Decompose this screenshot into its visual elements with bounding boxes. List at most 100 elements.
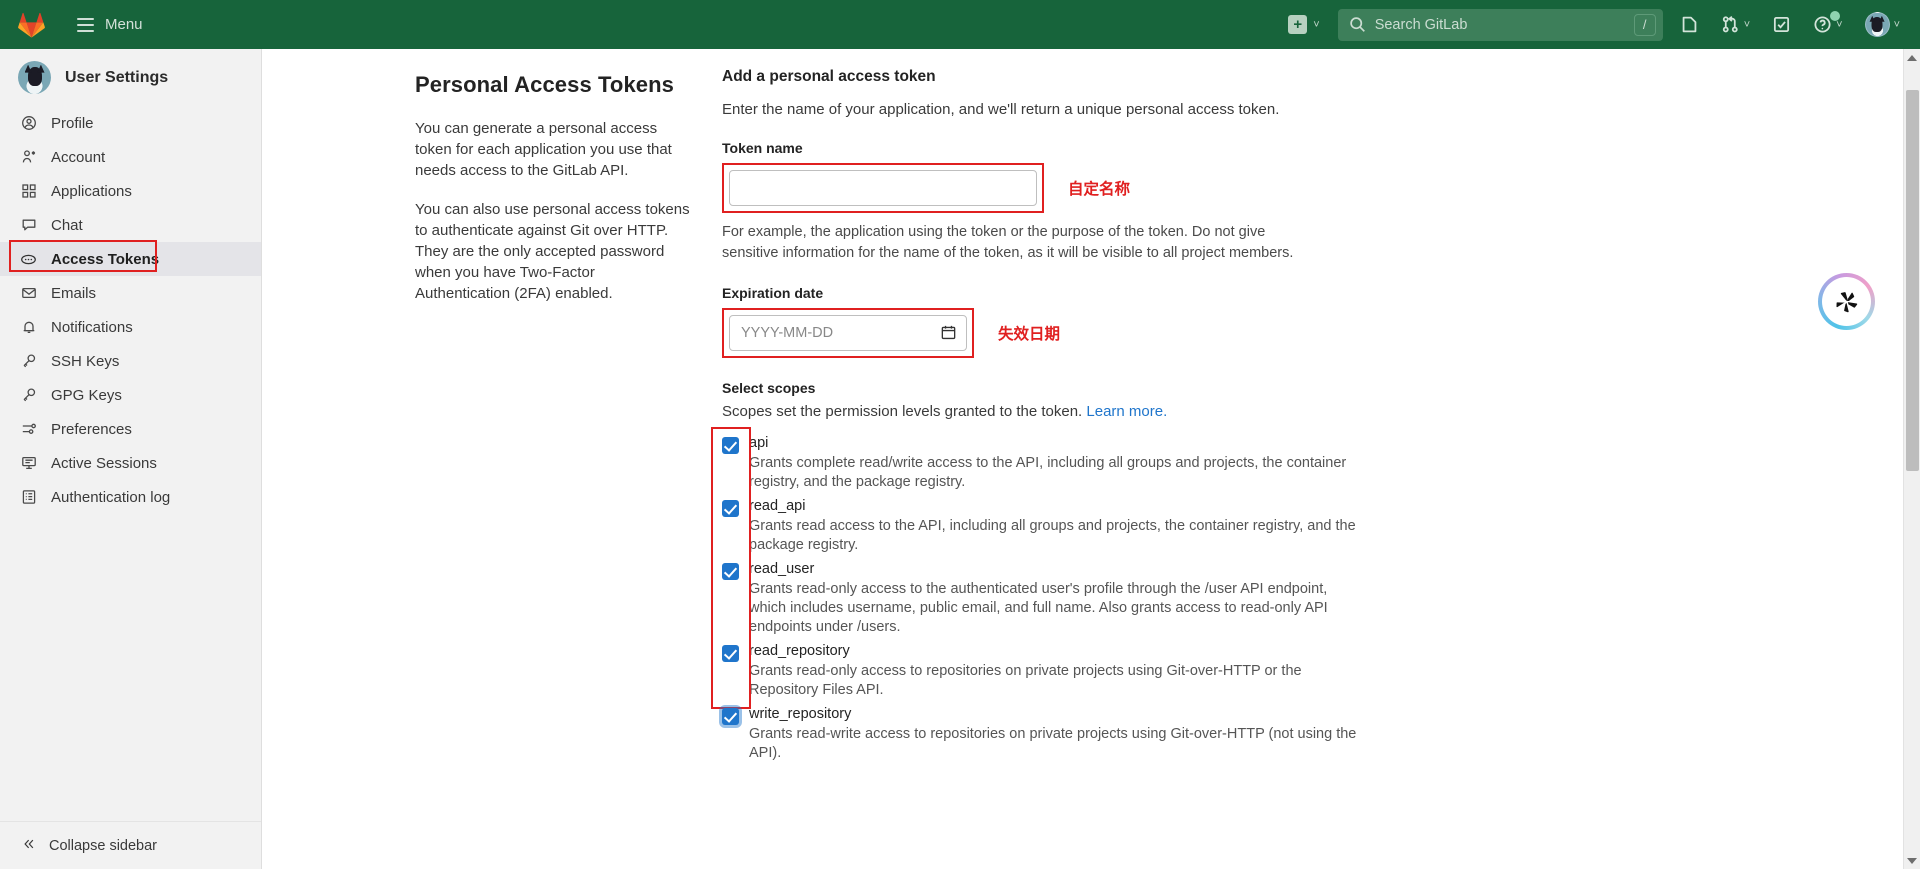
- chevron-down-icon: ˅: [1743, 18, 1751, 31]
- token-name-input[interactable]: [729, 170, 1037, 206]
- key-icon: [20, 387, 37, 404]
- chevron-down-icon: ˅: [1893, 18, 1900, 31]
- sidebar-item-label: GPG Keys: [51, 386, 122, 404]
- scope-description: Grants read access to the API, including…: [749, 518, 1356, 553]
- tri-blade-logo-icon: [1822, 277, 1871, 326]
- user-menu-button[interactable]: ˅: [1854, 0, 1920, 49]
- page-scrollbar[interactable]: [1903, 49, 1920, 869]
- search-input-wrapper[interactable]: /: [1337, 8, 1663, 41]
- log-list-icon: [20, 489, 37, 506]
- expiration-date-input[interactable]: [729, 315, 967, 351]
- scope-name: read_repository: [749, 643, 850, 659]
- sidebar-item-label: Account: [51, 148, 106, 166]
- annotation-box-token-name: [722, 163, 1044, 213]
- sidebar-item-emails[interactable]: Emails: [0, 276, 261, 310]
- plus-icon: +: [1288, 15, 1308, 34]
- scope-item-api: api Grants complete read/write access to…: [722, 434, 1382, 492]
- form-subheading: Enter the name of your application, and …: [722, 101, 1280, 118]
- search-shortcut-key: /: [1633, 13, 1656, 36]
- learn-more-link[interactable]: Learn more.: [1086, 403, 1167, 420]
- menu-label: Menu: [105, 16, 143, 33]
- annotation-box-access-tokens: [9, 240, 157, 272]
- expiration-date-label: Expiration date: [722, 285, 824, 301]
- sidebar-item-gpg-keys[interactable]: GPG Keys: [0, 378, 261, 412]
- create-new-button[interactable]: + ˅: [1278, 15, 1329, 34]
- scope-name: api: [749, 435, 769, 451]
- sidebar-item-active-sessions[interactable]: Active Sessions: [0, 446, 261, 480]
- token-form-column: Add a personal access token Enter the na…: [711, 60, 1382, 768]
- annotation-text-expiration: 失效日期: [998, 326, 1061, 343]
- scopes-description: Scopes set the permission levels granted…: [722, 403, 1382, 420]
- sidebar-item-account[interactable]: Account: [0, 140, 261, 174]
- chevron-double-left-icon: [22, 837, 36, 855]
- sidebar-title: User Settings: [65, 68, 169, 86]
- sidebar-item-label: Preferences: [51, 420, 132, 438]
- token-name-label: Token name: [722, 140, 803, 156]
- scopes-list: api Grants complete read/write access to…: [711, 427, 1382, 763]
- gitlab-fox-logo[interactable]: [17, 11, 45, 39]
- sliders-icon: [20, 421, 37, 438]
- key-icon: [20, 353, 37, 370]
- sidebar-item-label: Notifications: [51, 318, 133, 336]
- collapse-sidebar-label: Collapse sidebar: [49, 837, 158, 854]
- scope-item-read-user: read_user Grants read-only access to the…: [722, 560, 1382, 637]
- sidebar-item-label: Profile: [51, 114, 94, 132]
- merge-requests-icon[interactable]: ˅: [1710, 0, 1761, 49]
- envelope-icon: [20, 285, 37, 302]
- sidebar-item-applications[interactable]: Applications: [0, 174, 261, 208]
- sidebar-item-notifications[interactable]: Notifications: [0, 310, 261, 344]
- sidebar-item-label: SSH Keys: [51, 352, 120, 370]
- scope-item-read-repository: read_repository Grants read-only access …: [722, 642, 1382, 700]
- search-input[interactable]: [1374, 16, 1634, 33]
- annotation-box-expiration: [722, 308, 974, 358]
- monitor-icon: [20, 455, 37, 472]
- token-name-row: 自定名称: [722, 163, 1382, 213]
- sidebar-item-access-tokens[interactable]: Access Tokens: [0, 240, 261, 276]
- avatar: [18, 61, 51, 94]
- hamburger-icon: [77, 17, 94, 32]
- scroll-down-arrow-icon[interactable]: [1904, 852, 1920, 869]
- scrollbar-thumb[interactable]: [1906, 90, 1919, 471]
- scope-name: read_user: [749, 561, 815, 577]
- bell-icon: [20, 319, 37, 336]
- scope-item-read-api: read_api Grants read access to the API, …: [722, 497, 1382, 555]
- scope-checkbox-write-repository[interactable]: [722, 708, 739, 725]
- sidebar-header[interactable]: User Settings: [0, 49, 261, 106]
- scope-item-write-repository: write_repository Grants read-write acces…: [722, 705, 1382, 763]
- scope-name: read_api: [749, 498, 806, 514]
- sidebar-item-label: Applications: [51, 182, 132, 200]
- sidebar-item-chat[interactable]: Chat: [0, 208, 261, 242]
- sidebar-item-label: Authentication log: [51, 488, 171, 506]
- help-icon[interactable]: ˅: [1802, 0, 1853, 49]
- scope-description: Grants read-only access to the authentic…: [749, 581, 1328, 635]
- issues-icon[interactable]: [1669, 0, 1710, 49]
- scroll-up-arrow-icon[interactable]: [1904, 49, 1920, 66]
- todos-icon[interactable]: [1761, 0, 1802, 49]
- scope-description: Grants read-only access to repositories …: [749, 663, 1302, 698]
- account-icon: [20, 149, 37, 166]
- chevron-down-icon: ˅: [1313, 18, 1320, 31]
- floating-assistant-widget[interactable]: [1818, 273, 1875, 330]
- token-name-help-text: For example, the application using the t…: [722, 224, 1294, 261]
- sidebar-item-profile[interactable]: Profile: [0, 106, 261, 140]
- collapse-sidebar-button[interactable]: Collapse sidebar: [0, 821, 261, 869]
- sidebar-item-label: Chat: [51, 216, 83, 234]
- sidebar-item-authentication-log[interactable]: Authentication log: [0, 480, 261, 514]
- annotation-text-token-name: 自定名称: [1068, 181, 1131, 198]
- sidebar-item-ssh-keys[interactable]: SSH Keys: [0, 344, 261, 378]
- scope-checkbox-read-api[interactable]: [722, 500, 739, 517]
- sidebar-item-preferences[interactable]: Preferences: [0, 412, 261, 446]
- scope-name: write_repository: [749, 706, 852, 722]
- avatar: [1864, 12, 1890, 37]
- scope-checkbox-api[interactable]: [722, 437, 739, 454]
- scope-checkbox-read-user[interactable]: [722, 563, 739, 580]
- scope-description: Grants complete read/write access to the…: [749, 455, 1347, 490]
- intro-paragraph-1: You can generate a personal access token…: [415, 120, 672, 179]
- intro-paragraph-2: You can also use personal access tokens …: [415, 201, 690, 302]
- main-menu-button[interactable]: Menu: [69, 10, 151, 39]
- settings-sidebar: User Settings Profile Account Applicatio…: [0, 49, 262, 869]
- expiration-date-row: 失效日期: [722, 308, 1382, 358]
- chat-bubble-icon: [20, 217, 37, 234]
- scopes-heading: Select scopes: [722, 380, 816, 396]
- scope-checkbox-read-repository[interactable]: [722, 645, 739, 662]
